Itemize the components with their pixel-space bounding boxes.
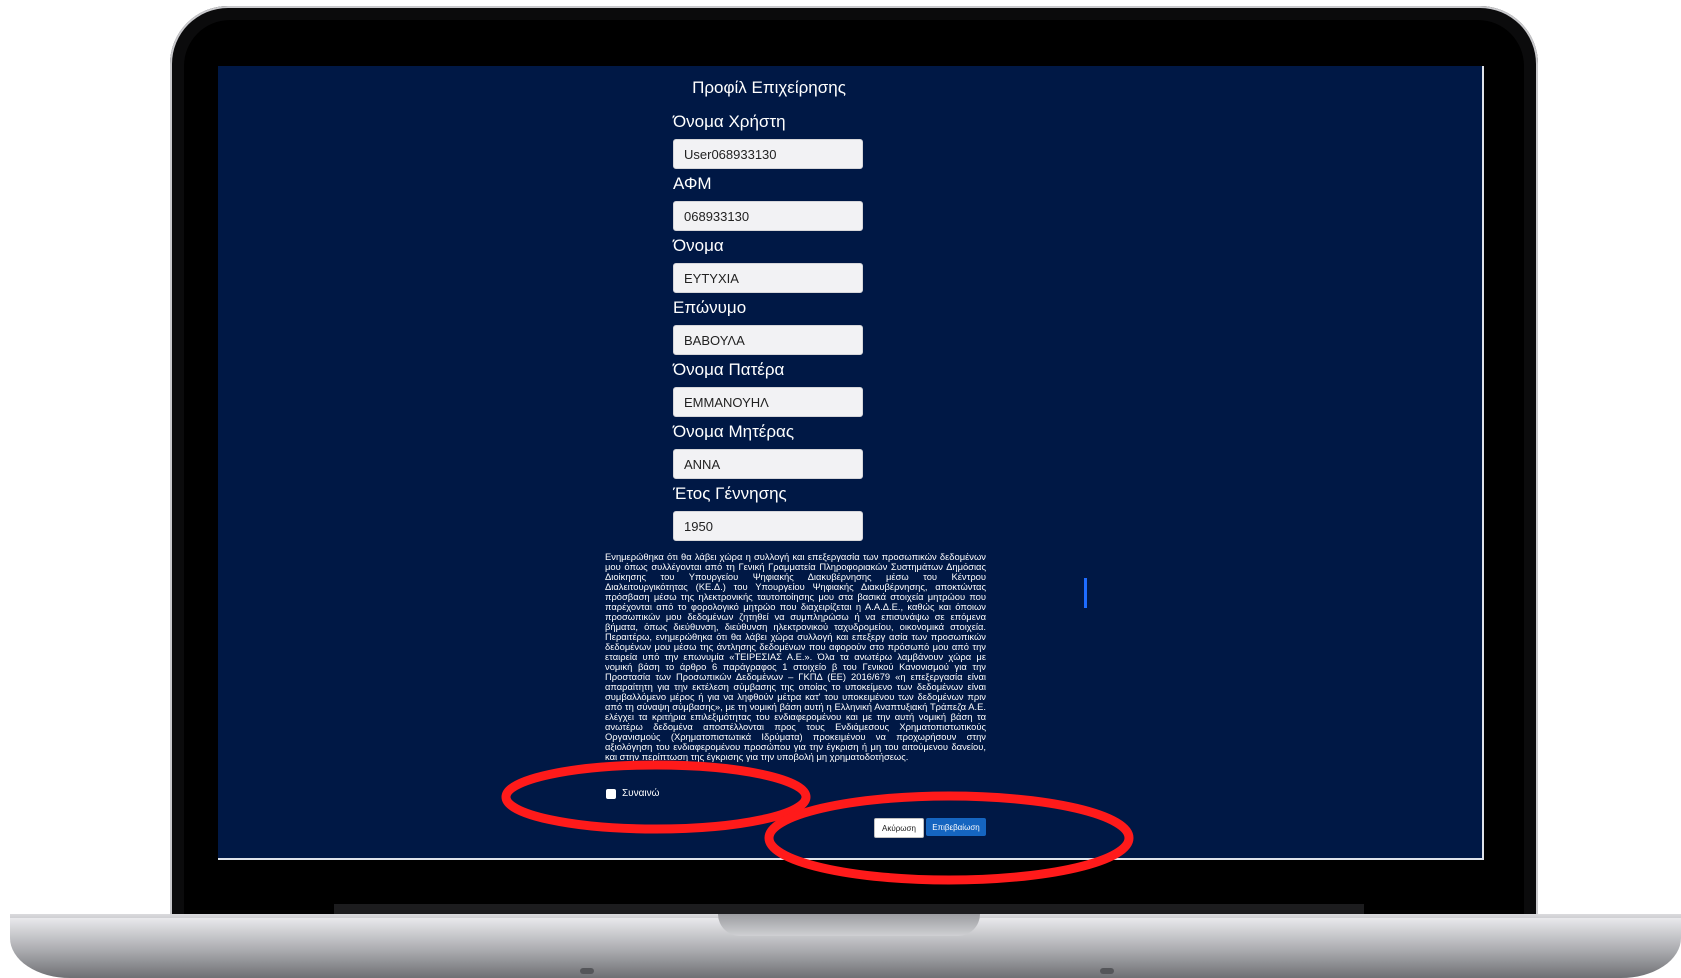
agree-checkbox-row[interactable]: Συναινώ	[606, 788, 659, 799]
username-field[interactable]	[673, 139, 863, 169]
page-title: Προφίλ Επιχείρησης	[692, 78, 846, 97]
last-name-field[interactable]	[673, 325, 863, 355]
cancel-button[interactable]: Ακύρωση	[874, 818, 924, 838]
label-username: Όνομα Χρήστη	[673, 112, 786, 131]
label-afm: ΑΦΜ	[673, 174, 712, 193]
label-father-name: Όνομα Πατέρα	[673, 360, 785, 379]
text-cursor	[1084, 578, 1087, 608]
laptop-foot	[580, 968, 594, 974]
label-first-name: Όνομα	[673, 236, 724, 255]
birth-year-field[interactable]	[673, 511, 863, 541]
laptop-foot	[1100, 968, 1114, 974]
father-name-field[interactable]	[673, 387, 863, 417]
consent-text[interactable]: Ενημερώθηκα ότι θα λάβει χώρα η συλλογή …	[605, 552, 986, 774]
agree-label: Συναινώ	[622, 788, 660, 799]
label-last-name: Επώνυμο	[673, 298, 747, 317]
confirm-button[interactable]: Επιβεβαίωση	[926, 818, 986, 836]
laptop-notch	[718, 914, 980, 936]
agree-checkbox[interactable]	[606, 788, 616, 799]
label-mother-name: Όνομα Μητέρας	[673, 422, 795, 441]
afm-field[interactable]	[673, 201, 863, 231]
label-birth-year: Έτος Γέννησης	[673, 484, 787, 503]
first-name-field[interactable]	[673, 263, 863, 293]
mother-name-field[interactable]	[673, 449, 863, 479]
